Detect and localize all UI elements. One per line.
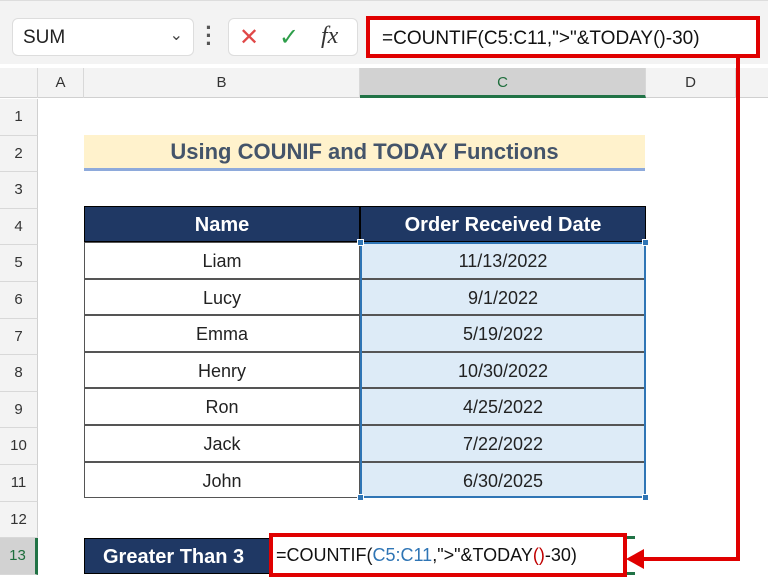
formula-input[interactable]: =COUNTIF(C5:C11,">"&TODAY()-30): [366, 16, 760, 58]
selection-handle[interactable]: [642, 494, 649, 501]
sheet-title: Using COUNIF and TODAY Functions: [84, 135, 645, 171]
formula-part: -30): [544, 545, 577, 565]
cancel-icon[interactable]: ✕: [239, 23, 259, 52]
row-header-2[interactable]: 2: [0, 135, 38, 173]
selection-handle[interactable]: [357, 239, 364, 246]
row-header-4[interactable]: 4: [0, 208, 38, 246]
name-box-value: SUM: [23, 27, 66, 48]
callout-arrow-line: [736, 58, 740, 561]
row-header-6[interactable]: 6: [0, 282, 38, 319]
chevron-down-icon[interactable]: ⌄: [170, 25, 183, 45]
name-cell[interactable]: John: [84, 461, 360, 499]
header-order-date: Order Received Date: [360, 206, 646, 242]
callout-arrow-line: [640, 557, 740, 561]
row-header-5[interactable]: 5: [0, 245, 38, 282]
name-cell[interactable]: Emma: [84, 315, 360, 352]
row-header-11[interactable]: 11: [0, 465, 38, 502]
selection-range: [357, 239, 649, 501]
enter-icon[interactable]: ✓: [279, 23, 299, 52]
selection-handle[interactable]: [642, 239, 649, 246]
row-header-10[interactable]: 10: [0, 428, 38, 465]
column-header-d[interactable]: D: [646, 68, 736, 98]
column-header-c[interactable]: C: [360, 68, 646, 98]
name-cell[interactable]: Jack: [84, 425, 360, 462]
formula-paren: (): [532, 545, 545, 565]
cell-border-mark: [627, 536, 635, 539]
row-header-13[interactable]: 13: [0, 538, 38, 575]
cell-border-mark: [627, 572, 635, 575]
row-header-7[interactable]: 7: [0, 318, 38, 356]
formula-range-ref: C5:C11: [372, 545, 433, 565]
row-header-9[interactable]: 9: [0, 391, 38, 429]
formula-part: ,">"&TODAY: [432, 545, 533, 565]
name-cell[interactable]: Liam: [84, 242, 360, 279]
name-box[interactable]: SUM ⌄: [12, 18, 194, 56]
column-header-a[interactable]: A: [38, 68, 84, 98]
header-name: Name: [84, 206, 360, 242]
name-cell[interactable]: Ron: [84, 388, 360, 425]
column-headers: A B C D: [0, 68, 768, 98]
row-header-1[interactable]: 1: [0, 99, 38, 136]
more-options-icon[interactable]: · · ·: [204, 17, 214, 55]
row-header-3[interactable]: 3: [0, 172, 38, 209]
formula-part: =COUNTIF(: [276, 545, 373, 565]
formula-buttons: ✕ ✓ fx: [228, 18, 358, 56]
cell-edit-formula[interactable]: =COUNTIF(C5:C11,">"&TODAY()-30): [269, 533, 627, 577]
arrow-head-icon: [626, 549, 644, 569]
name-cell[interactable]: Lucy: [84, 278, 360, 316]
selection-handle[interactable]: [357, 494, 364, 501]
insert-function-icon[interactable]: fx: [321, 23, 338, 50]
row-header-8[interactable]: 8: [0, 355, 38, 392]
name-cell[interactable]: Henry: [84, 351, 360, 389]
row-header-12[interactable]: 12: [0, 501, 38, 539]
column-header-b[interactable]: B: [84, 68, 360, 98]
select-all-corner[interactable]: [0, 68, 38, 98]
